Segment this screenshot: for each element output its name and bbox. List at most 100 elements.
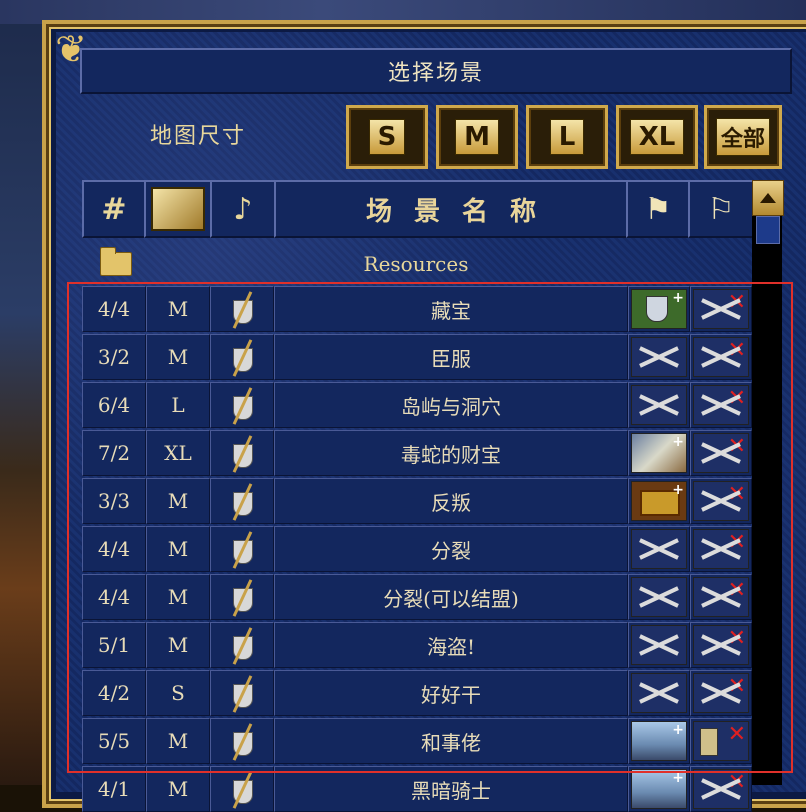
map-size-cell: M (146, 718, 210, 764)
scenario-name-cell: 岛屿与洞穴 (274, 382, 628, 428)
horn-icon: ♪ (233, 191, 253, 227)
red-x-icon: ✕ (727, 578, 746, 603)
version-cell (210, 478, 274, 524)
map-size-cell: M (146, 478, 210, 524)
victory-condition-cell[interactable] (628, 574, 690, 620)
dragon-victory-icon: + (631, 433, 687, 473)
window-title: 选择场景 (80, 48, 792, 94)
scrollbar-track[interactable] (752, 180, 782, 785)
scenario-row[interactable]: 4/4 M 藏宝 + ✕ (82, 286, 752, 332)
victory-condition-cell[interactable] (628, 670, 690, 716)
loss-condition-cell[interactable]: ✕ (690, 382, 752, 428)
scrollbar-thumb[interactable] (756, 216, 780, 244)
victory-condition-cell[interactable]: + (628, 766, 690, 812)
scroll-up-button[interactable] (752, 180, 784, 216)
version-cell (210, 382, 274, 428)
players-cell: 3/2 (82, 334, 146, 380)
loss-condition-cell[interactable]: ✕ (690, 478, 752, 524)
scenario-row[interactable]: 7/2 XL 毒蛇的财宝 + ✕ (82, 430, 752, 476)
red-x-icon: ✕ (727, 434, 746, 459)
scenario-row[interactable]: 5/5 M 和事佬 + ✕ (82, 718, 752, 764)
crossed-swords-loss-icon: ✕ (693, 529, 749, 569)
crossed-swords-loss-icon: ✕ (693, 769, 749, 809)
folder-row[interactable]: Resources (82, 240, 750, 284)
shield-victory-icon: + (631, 289, 687, 329)
sort-size-button[interactable] (144, 180, 212, 238)
size-xl-label: XL (629, 119, 685, 155)
red-x-icon: ✕ (727, 770, 746, 795)
victory-condition-cell[interactable] (628, 622, 690, 668)
crossed-swords-loss-icon: ✕ (693, 625, 749, 665)
version-cell (210, 526, 274, 572)
scenario-row[interactable]: 4/4 M 分裂 ✕ (82, 526, 752, 572)
sort-victory-button[interactable]: ♪ (210, 180, 276, 238)
version-cell (210, 574, 274, 620)
victory-condition-cell[interactable] (628, 382, 690, 428)
map-size-cell: M (146, 334, 210, 380)
sort-name-button[interactable]: 场景名称 (274, 180, 628, 238)
plus-icon: + (672, 434, 684, 450)
scenario-row[interactable]: 4/2 S 好好干 ✕ (82, 670, 752, 716)
sword-shield-icon (227, 388, 257, 422)
scenario-row[interactable]: 3/2 M 臣服 ✕ (82, 334, 752, 380)
scenario-row[interactable]: 4/1 M 黑暗骑士 + ✕ (82, 766, 752, 812)
players-cell: 5/5 (82, 718, 146, 764)
loss-condition-cell[interactable]: ✕ (690, 526, 752, 572)
victory-condition-cell[interactable] (628, 334, 690, 380)
loss-condition-cell[interactable]: ✕ (690, 718, 752, 764)
size-all-label: 全部 (715, 118, 770, 156)
crossed-swords-icon (631, 673, 687, 713)
sort-loss-condition-button[interactable]: ⚐ (688, 180, 754, 238)
version-cell (210, 718, 274, 764)
red-x-icon: ✕ (727, 386, 746, 411)
victory-condition-cell[interactable]: + (628, 430, 690, 476)
sort-players-button[interactable]: # (82, 180, 146, 238)
loss-condition-cell[interactable]: ✕ (690, 766, 752, 812)
city-victory-icon: + (631, 769, 687, 809)
scenario-row[interactable]: 3/3 M 反叛 + ✕ (82, 478, 752, 524)
crossed-swords-loss-icon: ✕ (693, 673, 749, 713)
hash-helmet-icon: # (101, 191, 127, 227)
size-filter-all-button[interactable]: 全部 (704, 105, 782, 169)
sword-shield-icon (227, 628, 257, 662)
size-filter-xl-button[interactable]: XL (616, 105, 698, 169)
scenario-row[interactable]: 5/1 M 海盗! ✕ (82, 622, 752, 668)
sort-victory-condition-button[interactable]: ⚑ (626, 180, 690, 238)
red-x-icon: ✕ (727, 482, 746, 507)
size-filter-l-button[interactable]: L (526, 105, 608, 169)
size-filter-m-button[interactable]: M (436, 105, 518, 169)
loss-condition-cell[interactable]: ✕ (690, 670, 752, 716)
victory-condition-cell[interactable] (628, 526, 690, 572)
loss-condition-cell[interactable]: ✕ (690, 430, 752, 476)
crossed-swords-loss-icon: ✕ (693, 481, 749, 521)
loss-condition-cell[interactable]: ✕ (690, 334, 752, 380)
skull-flag-icon: ⚐ (707, 191, 735, 227)
scenario-name-cell: 毒蛇的财宝 (274, 430, 628, 476)
players-cell: 4/1 (82, 766, 146, 812)
victory-condition-cell[interactable]: + (628, 718, 690, 764)
size-s-label: S (368, 119, 406, 155)
scenario-row[interactable]: 4/4 M 分裂(可以结盟) ✕ (82, 574, 752, 620)
scenario-name-cell: 好好干 (274, 670, 628, 716)
players-cell: 3/3 (82, 478, 146, 524)
victory-condition-cell[interactable]: + (628, 478, 690, 524)
loss-condition-cell[interactable]: ✕ (690, 622, 752, 668)
crossed-swords-icon (631, 385, 687, 425)
loss-condition-cell[interactable]: ✕ (690, 574, 752, 620)
loss-condition-cell[interactable]: ✕ (690, 286, 752, 332)
sword-shield-icon (227, 340, 257, 374)
sword-shield-icon (227, 484, 257, 518)
size-filter-s-button[interactable]: S (346, 105, 428, 169)
crossed-swords-icon (631, 529, 687, 569)
scenario-row[interactable]: 6/4 L 岛屿与洞穴 ✕ (82, 382, 752, 428)
scenario-name-cell: 反叛 (274, 478, 628, 524)
victory-condition-cell[interactable]: + (628, 286, 690, 332)
size-l-label: L (549, 119, 585, 155)
scenario-name-cell: 分裂(可以结盟) (274, 574, 628, 620)
plus-icon: + (672, 290, 684, 306)
city-victory-icon: + (631, 721, 687, 761)
sword-shield-icon (227, 580, 257, 614)
red-x-icon: ✕ (727, 530, 746, 555)
scenario-name-cell: 臣服 (274, 334, 628, 380)
map-size-label: 地图尺寸 (150, 124, 247, 149)
